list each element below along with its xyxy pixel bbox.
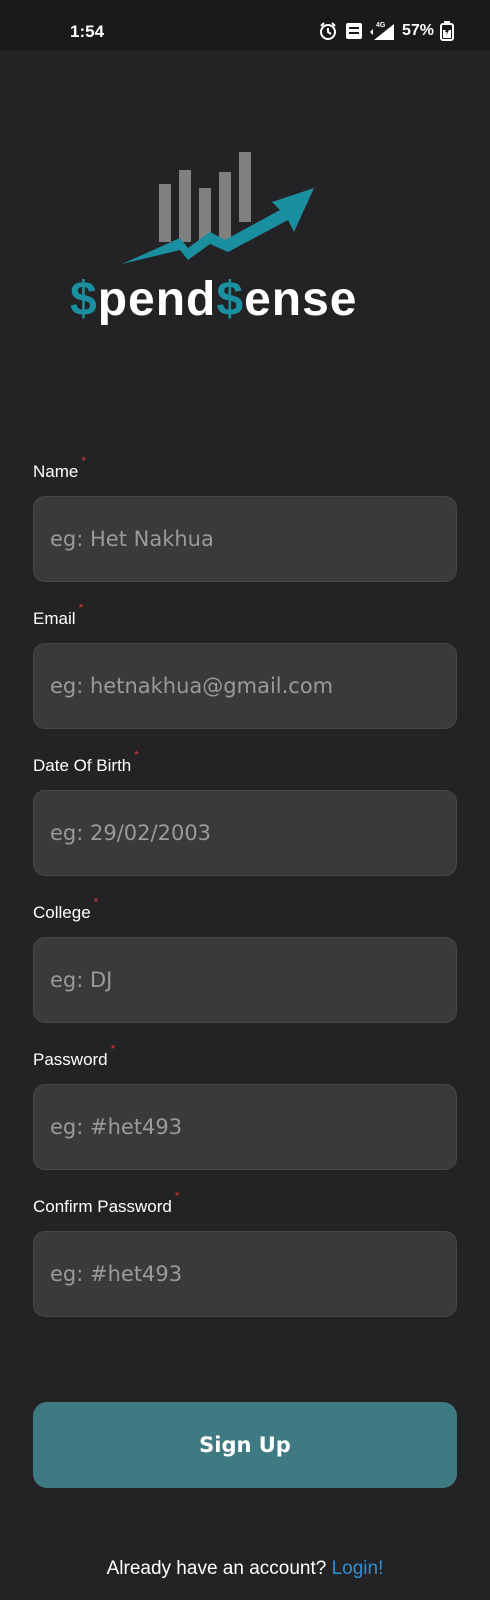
brand-wordmark: $pend$ense xyxy=(70,272,357,327)
college-field-group: College* xyxy=(33,895,457,1050)
name-label: Name* xyxy=(33,454,87,481)
status-time: 1:54 xyxy=(70,22,105,41)
required-mark: * xyxy=(81,454,87,468)
required-mark: * xyxy=(93,895,99,909)
alarm-icon xyxy=(318,21,338,41)
login-link[interactable]: Login! xyxy=(332,1558,384,1579)
login-prompt-text: Already have an account? xyxy=(106,1558,332,1579)
chart-arrow-logo-icon xyxy=(122,152,314,264)
required-mark: * xyxy=(174,1189,180,1203)
name-input[interactable] xyxy=(33,496,457,582)
email-field-group: Email* xyxy=(33,601,457,756)
signal-icon: 4G xyxy=(369,20,396,42)
password-label: Password* xyxy=(33,1042,116,1069)
volte-icon xyxy=(344,21,364,41)
required-mark: * xyxy=(134,748,139,762)
status-bar: 1:54 4G 57% xyxy=(0,0,490,50)
dob-label: Date Of Birth* xyxy=(33,748,139,775)
battery-icon xyxy=(440,21,454,41)
brand-dollar-1: $ xyxy=(70,273,98,326)
required-mark: * xyxy=(78,601,84,615)
password-input[interactable] xyxy=(33,1084,457,1170)
signup-form: Name* Email* Date Of Birth* College* Pas… xyxy=(33,454,457,1344)
email-label: Email* xyxy=(33,601,84,628)
college-input[interactable] xyxy=(33,937,457,1023)
confirm-password-input[interactable] xyxy=(33,1231,457,1317)
brand-word-2: ense xyxy=(244,273,358,326)
svg-text:4G: 4G xyxy=(376,22,386,29)
status-icons: 4G 57% xyxy=(318,20,454,42)
signup-button[interactable]: Sign Up xyxy=(33,1402,457,1488)
dob-field-group: Date Of Birth* xyxy=(33,748,457,903)
battery-percent: 57% xyxy=(401,22,434,39)
required-mark: * xyxy=(110,1042,116,1056)
confirm-password-label: Confirm Password* xyxy=(33,1189,180,1216)
email-input[interactable] xyxy=(33,643,457,729)
brand-dollar-2: $ xyxy=(216,273,245,326)
college-label: College* xyxy=(33,895,99,922)
name-field-group: Name* xyxy=(33,454,457,609)
dob-input[interactable] xyxy=(33,790,457,876)
password-field-group: Password* xyxy=(33,1042,457,1197)
confirm-password-field-group: Confirm Password* xyxy=(33,1189,457,1344)
login-prompt: Already have an account? Login! xyxy=(0,1558,490,1580)
app-logo: $pend$ense xyxy=(60,148,400,333)
brand-word-1: pend xyxy=(97,273,217,326)
